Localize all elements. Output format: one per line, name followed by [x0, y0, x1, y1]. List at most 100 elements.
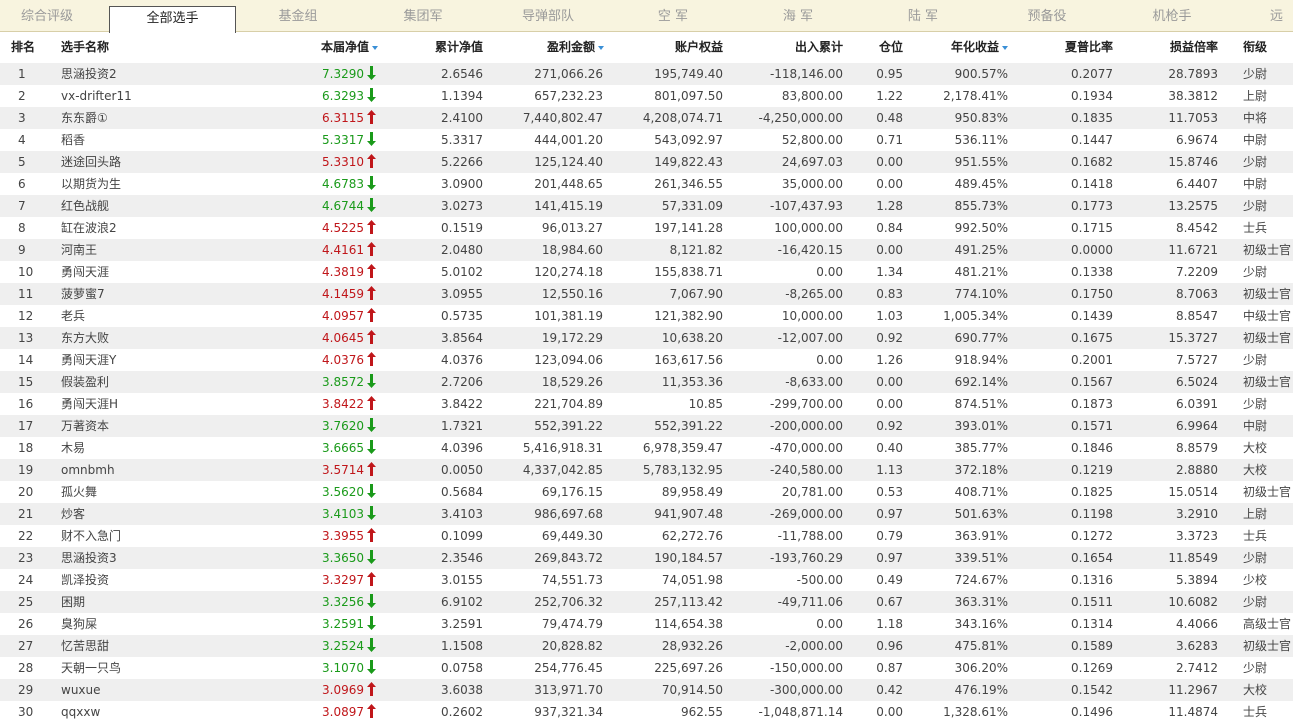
table-row[interactable]: 27 忆苦思甜 3.2524 1.1508 20,828.82 28,932.26 -2,0… — [0, 635, 1293, 657]
player-name-link[interactable]: 勇闯天涯Y — [61, 349, 211, 371]
table-row[interactable]: 17 万著资本 3.7620 1.7321 552,391.22 552,391.22 -2… — [0, 415, 1293, 437]
rank-title-cell: 上尉 — [1243, 507, 1268, 521]
header-rank-title[interactable]: 衔级 — [1243, 33, 1291, 62]
sharpe-cell: 0.1496 — [1071, 705, 1113, 719]
table-row[interactable]: 30 qqxxw 3.0897 0.2602 937,321.34 962.55 -1,04… — [0, 701, 1293, 723]
header-sharpe[interactable]: 夏普比率 — [1020, 33, 1113, 62]
player-name-link[interactable]: vx-drifter11 — [61, 85, 211, 107]
tab-machine-gunner[interactable]: 机枪手 — [1139, 0, 1205, 32]
annual-return-cell: 992.50% — [954, 221, 1008, 235]
table-row[interactable]: 24 凯泽投资 3.3297 3.0155 74,551.73 74,051.98 -500… — [0, 569, 1293, 591]
player-name-link[interactable]: 思涵投资2 — [61, 63, 211, 85]
tab-air-force[interactable]: 空 军 — [640, 0, 706, 32]
player-name-link[interactable]: qqxxw — [61, 701, 211, 723]
table-row[interactable]: 10 勇闯天涯 4.3819 5.0102 120,274.18 155,838.71 0.… — [0, 261, 1293, 283]
table-row[interactable]: 1 思涵投资2 7.3290 2.6546 271,066.26 195,749.40 -1… — [0, 63, 1293, 85]
player-name-link[interactable]: 思涵投资3 — [61, 547, 211, 569]
table-row[interactable]: 22 财不入急门 3.3955 0.1099 69,449.30 62,272.76 -11… — [0, 525, 1293, 547]
annual-return-cell: 1,005.34% — [943, 309, 1008, 323]
player-name-link[interactable]: 东东爵① — [61, 107, 211, 129]
annual-return-cell: 724.67% — [954, 573, 1008, 587]
player-name-link[interactable]: 缸在波浪2 — [61, 217, 211, 239]
rank-cell: 16 — [18, 397, 34, 411]
header-annual-return[interactable]: 年化收益 — [920, 33, 1008, 62]
table-row[interactable]: 16 勇闯天涯H 3.8422 3.8422 221,704.89 10.85 -299,7… — [0, 393, 1293, 415]
player-name-link[interactable]: 凯泽投资 — [61, 569, 211, 591]
table-row[interactable]: 7 红色战舰 4.6744 3.0273 141,415.19 57,331.09 -107… — [0, 195, 1293, 217]
current-nav-cell: 6.3293 — [322, 89, 364, 103]
header-position[interactable]: 仓位 — [855, 33, 903, 62]
table-row[interactable]: 8 缸在波浪2 4.5225 0.1519 96,013.27 197,141.28 100… — [0, 217, 1293, 239]
table-row[interactable]: 19 omnbmh 3.5714 0.0050 4,337,042.85 5,783,13… — [0, 459, 1293, 481]
player-name-link[interactable]: 红色战舰 — [61, 195, 211, 217]
tab-missile-force[interactable]: 导弹部队 — [508, 0, 588, 32]
header-rank[interactable]: 排名 — [11, 33, 51, 62]
player-name-link[interactable]: 孤火舞 — [61, 481, 211, 503]
player-name-link[interactable]: 稻香 — [61, 129, 211, 151]
header-equity[interactable]: 账户权益 — [610, 33, 723, 62]
tab-reserve[interactable]: 预备役 — [1014, 0, 1080, 32]
header-profit[interactable]: 盈利金额 — [490, 33, 604, 62]
tab-all-players[interactable]: 全部选手 — [109, 6, 236, 33]
player-name-link[interactable]: 东方大败 — [61, 327, 211, 349]
arrow-up-icon — [367, 242, 376, 256]
pl-ratio-cell: 8.8579 — [1176, 441, 1218, 455]
table-row[interactable]: 18 木易 3.6665 4.0396 5,416,918.31 6,978,359.47… — [0, 437, 1293, 459]
header-player-name[interactable]: 选手名称 — [61, 33, 181, 62]
tab-group-army[interactable]: 集团军 — [390, 0, 456, 32]
rank-title-cell: 初级士官 — [1243, 375, 1292, 389]
table-row[interactable]: 12 老兵 4.0957 0.5735 101,381.19 121,382.90 10,0… — [0, 305, 1293, 327]
player-name-link[interactable]: wuxue — [61, 679, 211, 701]
tab-more-truncated[interactable]: 远 — [1270, 0, 1293, 32]
table-row[interactable]: 26 臭狗屎 3.2591 3.2591 79,474.79 114,654.38 0.00… — [0, 613, 1293, 635]
table-row[interactable]: 6 以期货为生 4.6783 3.0900 201,448.65 261,346.55 35… — [0, 173, 1293, 195]
table-row[interactable]: 5 迷途回头路 5.3310 5.2266 125,124.40 149,822.43 24… — [0, 151, 1293, 173]
arrow-up-icon — [367, 308, 376, 322]
header-in-out[interactable]: 出入累计 — [730, 33, 843, 62]
header-cumulative-nav[interactable]: 累计净值 — [390, 33, 483, 62]
table-row[interactable]: 3 东东爵① 6.3115 2.4100 7,440,802.47 4,208,074.7… — [0, 107, 1293, 129]
player-name-link[interactable]: 天朝一只鸟 — [61, 657, 211, 679]
header-pl-ratio[interactable]: 损益倍率 — [1130, 33, 1218, 62]
player-name-link[interactable]: 河南王 — [61, 239, 211, 261]
player-name-link[interactable]: 老兵 — [61, 305, 211, 327]
player-name-link[interactable]: 以期货为生 — [61, 173, 211, 195]
sharpe-cell: 0.1715 — [1071, 221, 1113, 235]
table-row[interactable]: 15 假装盈利 3.8572 2.7206 18,529.26 11,353.36 -8,6… — [0, 371, 1293, 393]
player-name-link[interactable]: 万著资本 — [61, 415, 211, 437]
tab-fund-group[interactable]: 基金组 — [265, 0, 331, 32]
player-name-link[interactable]: 木易 — [61, 437, 211, 459]
current-nav-cell: 5.3310 — [322, 155, 364, 169]
player-name-link[interactable]: 勇闯天涯H — [61, 393, 211, 415]
table-row[interactable]: 14 勇闯天涯Y 4.0376 4.0376 123,094.06 163,617.56 0… — [0, 349, 1293, 371]
table-row[interactable]: 20 孤火舞 3.5620 0.5684 69,176.15 89,958.49 20,78… — [0, 481, 1293, 503]
player-name-link[interactable]: 臭狗屎 — [61, 613, 211, 635]
table-row[interactable]: 4 稻香 5.3317 5.3317 444,001.20 543,092.97 52,80… — [0, 129, 1293, 151]
table-row[interactable]: 21 炒客 3.4103 3.4103 986,697.68 941,907.48 -269… — [0, 503, 1293, 525]
tab-army[interactable]: 陆 军 — [890, 0, 956, 32]
player-name-link[interactable]: 迷途回头路 — [61, 151, 211, 173]
player-name-link[interactable]: 勇闯天涯 — [61, 261, 211, 283]
table-row[interactable]: 13 东方大败 4.0645 3.8564 19,172.29 10,638.20 -12,… — [0, 327, 1293, 349]
profit-cell: 69,449.30 — [541, 529, 603, 543]
player-name-link[interactable]: 炒客 — [61, 503, 211, 525]
player-name-link[interactable]: 假装盈利 — [61, 371, 211, 393]
table-row[interactable]: 28 天朝一只鸟 3.1070 0.0758 254,776.45 225,697.26 -… — [0, 657, 1293, 679]
table-row[interactable]: 25 困期 3.3256 6.9102 252,706.32 257,113.42 -49,… — [0, 591, 1293, 613]
table-row[interactable]: 9 河南王 4.4161 2.0480 18,984.60 8,121.82 -16,420… — [0, 239, 1293, 261]
table-row[interactable]: 2 vx-drifter11 6.3293 1.1394 657,232.23 801,0… — [0, 85, 1293, 107]
table-row[interactable]: 23 思涵投资3 3.3650 2.3546 269,843.72 190,184.57 -… — [0, 547, 1293, 569]
player-name-link[interactable]: 菠萝蜜7 — [61, 283, 211, 305]
player-name-link[interactable]: 财不入急门 — [61, 525, 211, 547]
player-name-link[interactable]: omnbmh — [61, 459, 211, 481]
header-current-nav[interactable]: 本届净值 — [250, 33, 378, 62]
pl-ratio-cell: 2.8880 — [1176, 463, 1218, 477]
player-name-link[interactable]: 忆苦思甜 — [61, 635, 211, 657]
table-row[interactable]: 29 wuxue 3.0969 3.6038 313,971.70 70,914.50 -3… — [0, 679, 1293, 701]
profit-cell: 19,172.29 — [541, 331, 603, 345]
tab-composite-rating[interactable]: 综合评级 — [14, 0, 80, 32]
tab-navy[interactable]: 海 军 — [765, 0, 831, 32]
player-name-link[interactable]: 困期 — [61, 591, 211, 613]
rank-cell: 5 — [18, 155, 26, 169]
table-row[interactable]: 11 菠萝蜜7 4.1459 3.0955 12,550.16 7,067.90 -8,26… — [0, 283, 1293, 305]
